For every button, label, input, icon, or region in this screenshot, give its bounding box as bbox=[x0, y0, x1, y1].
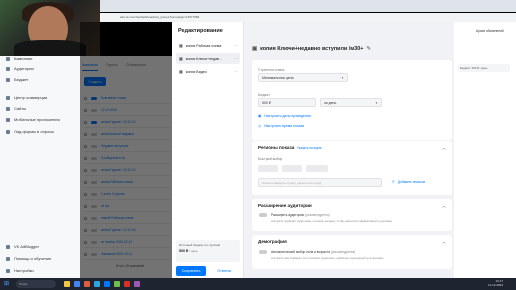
address-url[interactable]: ads.vk.com/hq/dashboard/ad_groups?campai… bbox=[120, 15, 199, 19]
strategy-label: Стратегия ставок bbox=[258, 68, 285, 72]
account-panel bbox=[454, 22, 516, 278]
image-icon: ▦ bbox=[179, 69, 183, 74]
cancel-button[interactable]: Отмена bbox=[210, 266, 238, 276]
region-chip[interactable] bbox=[282, 165, 302, 172]
total-budget-value: 500 ₽ / день bbox=[179, 249, 198, 253]
chevron-down-icon: ▼ bbox=[375, 100, 378, 105]
sidebar-item-sites[interactable]: Сайты bbox=[6, 106, 26, 111]
app-icon[interactable] bbox=[134, 281, 140, 287]
more-icon[interactable]: ⋯ bbox=[234, 56, 240, 61]
clock-icon: ◷ bbox=[258, 124, 262, 128]
modal-title: Редактирование bbox=[178, 28, 223, 34]
sidebar-item-adblogger[interactable]: VK AdBlogger bbox=[6, 244, 39, 249]
audience-hint: Алгоритм подберёт аудиторию, похожую на … bbox=[271, 219, 392, 223]
sidebar-item-campaigns[interactable]: Кампании bbox=[6, 56, 32, 61]
audience-title: Расширение аудитории bbox=[258, 203, 312, 208]
commerce-icon bbox=[6, 95, 10, 100]
taskbar-search[interactable]: Поиск bbox=[16, 280, 56, 288]
ad-group-title: ▣ копия Ключи+недавно вступили /м30+ ✎ bbox=[252, 46, 371, 52]
demography-option: Автоматический выбор пола и возраста (ре… bbox=[271, 250, 356, 254]
more-icon[interactable]: ⋯ bbox=[234, 43, 240, 48]
region-chip[interactable] bbox=[306, 165, 328, 172]
main-sidebar: Кампании Аудитории Бюджет Центр коммерци… bbox=[0, 56, 80, 278]
group-icon: ▣ bbox=[252, 46, 258, 52]
audience-toggle[interactable] bbox=[259, 213, 267, 217]
add-list-link[interactable]: ☰ Добавить списком bbox=[392, 180, 425, 184]
explorer-icon[interactable] bbox=[64, 281, 70, 287]
app-icon[interactable] bbox=[114, 281, 120, 287]
apps-icon bbox=[6, 117, 10, 122]
budget-icon bbox=[6, 77, 10, 82]
budget-summary: Бюджет: 500 ₽ / день bbox=[458, 64, 510, 72]
vk-icon[interactable] bbox=[104, 281, 110, 287]
chevron-up-icon[interactable]: ︿ bbox=[442, 145, 446, 151]
sidebar-item-help[interactable]: Помощь и обучение bbox=[6, 256, 51, 261]
leadforms-icon bbox=[6, 129, 10, 134]
save-button[interactable]: Сохранить bbox=[176, 266, 206, 276]
image-icon: ▦ bbox=[179, 43, 183, 48]
total-budget-caption: Итоговый бюджет по группам bbox=[179, 243, 220, 247]
variant-item-active[interactable]: ▦ копия Ключи+недав... ⋯ bbox=[176, 53, 240, 64]
account-label[interactable]: Архив объявлений bbox=[476, 29, 504, 33]
sites-icon bbox=[6, 106, 10, 111]
adblogger-icon bbox=[6, 244, 10, 249]
regions-title: Регионы показа bbox=[258, 145, 295, 150]
browser-icon[interactable] bbox=[74, 281, 80, 287]
sidebar-item-leadforms[interactable]: Лид-формы и опросы bbox=[6, 129, 54, 134]
calendar-icon: ▣ bbox=[258, 114, 262, 118]
budget-label: Бюджет bbox=[258, 93, 270, 97]
help-icon bbox=[6, 256, 10, 261]
more-icon[interactable]: ⋯ bbox=[234, 69, 240, 74]
budget-input[interactable]: 500 ₽ bbox=[258, 98, 316, 107]
quick-select-label: Быстрый выбор bbox=[258, 157, 283, 161]
variant-item[interactable]: ▦ копия Видео ⋯ bbox=[176, 66, 240, 77]
app-icon[interactable] bbox=[84, 281, 90, 287]
taskbar-clock[interactable]: 13:17 13.12.2024 bbox=[488, 279, 503, 287]
sidebar-item-settings[interactable]: Настройки bbox=[6, 268, 34, 273]
app-icon[interactable] bbox=[124, 281, 130, 287]
image-icon: ▦ bbox=[179, 56, 183, 61]
region-search-input[interactable]: Начните вводить страну, регион или город bbox=[258, 178, 382, 187]
sidebar-item-budget[interactable]: Бюджет bbox=[6, 77, 28, 82]
demography-toggle[interactable] bbox=[259, 250, 267, 254]
audiences-icon bbox=[6, 66, 10, 71]
pencil-icon[interactable]: ✎ bbox=[366, 46, 371, 52]
chevron-down-icon: ▼ bbox=[341, 75, 344, 80]
webcam-person-shirt bbox=[14, 40, 86, 56]
strategy-select[interactable]: Минимальная цена ▼ bbox=[258, 73, 348, 82]
list-icon: ☰ bbox=[392, 180, 395, 184]
set-dates-link[interactable]: ▣ Настроить даты проведения bbox=[258, 114, 311, 118]
map-link[interactable]: Указать на карте bbox=[297, 146, 322, 150]
sidebar-item-apps[interactable]: Мобильные приложения bbox=[6, 117, 60, 122]
audience-option: Расширить аудиторию (рекомендуется) bbox=[271, 213, 330, 217]
chevron-up-icon[interactable]: ︿ bbox=[442, 239, 446, 245]
set-time-link[interactable]: ◷ Настроить время показа bbox=[258, 124, 304, 128]
telegram-icon[interactable] bbox=[94, 281, 100, 287]
gear-icon bbox=[6, 268, 10, 273]
windows-start-icon[interactable]: ⊞ bbox=[4, 281, 10, 287]
sidebar-item-commerce[interactable]: Центр коммерции bbox=[6, 95, 47, 100]
variant-item[interactable]: ▦ копия Рабочая схема ⋯ bbox=[176, 40, 240, 51]
region-chip[interactable] bbox=[258, 165, 278, 172]
demography-title: Демография bbox=[258, 239, 287, 244]
campaigns-icon bbox=[6, 56, 10, 61]
total-budget-box: Итоговый бюджет по группам 500 ₽ / день bbox=[176, 240, 240, 262]
demography-hint: Алгоритм сам подберёт пол и возраст ауди… bbox=[271, 256, 384, 260]
chevron-up-icon[interactable]: ︿ bbox=[442, 203, 446, 209]
sidebar-item-audiences[interactable]: Аудитории bbox=[6, 66, 34, 71]
budget-period-select[interactable]: за день ▼ bbox=[320, 98, 382, 107]
